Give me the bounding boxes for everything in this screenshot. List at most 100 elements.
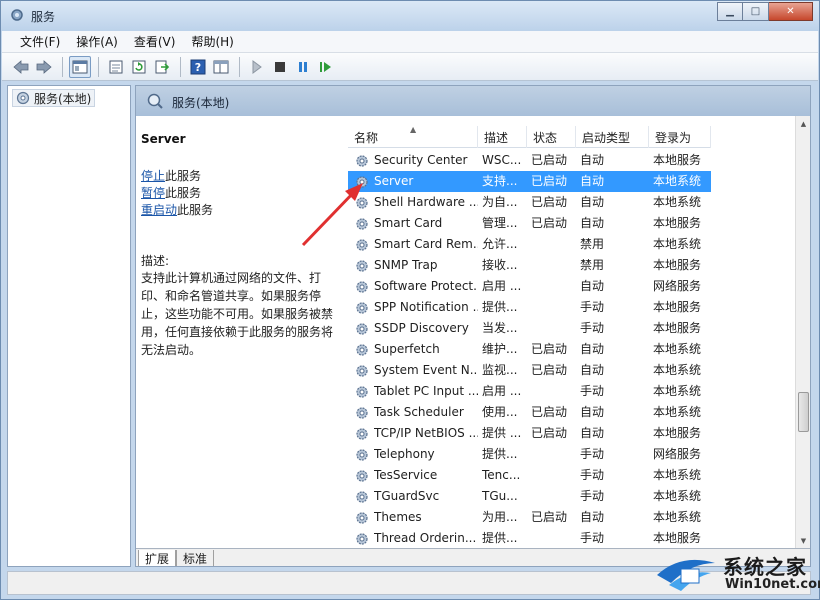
- table-row[interactable]: Tablet PC Input ... 启用 ... 手动 本地系统: [348, 381, 711, 402]
- export-button[interactable]: [151, 56, 173, 78]
- services-list: ▲ 名称 描述 状态 启动类型 登录为 Security Center WSC..…: [340, 116, 810, 548]
- cell-logon-as: 本地系统: [653, 363, 702, 377]
- table-row[interactable]: Security Center WSC... 已启动 自动 本地服务: [348, 150, 711, 171]
- cell-startup-type: 自动: [580, 216, 605, 230]
- start-service-button[interactable]: [246, 56, 268, 78]
- table-row[interactable]: Themes 为用... 已启动 自动 本地系统: [348, 507, 711, 528]
- cell-logon-as: 本地系统: [653, 342, 702, 356]
- tab-standard[interactable]: 标准: [176, 550, 215, 566]
- service-gear-icon: [356, 532, 368, 545]
- properties-button[interactable]: [105, 56, 127, 78]
- cell-status: [527, 297, 576, 318]
- cell-startup-type: 自动: [580, 363, 605, 377]
- table-row[interactable]: Server 支持... 已启动 自动 本地系统: [348, 171, 711, 192]
- cell-startup-type: 自动: [580, 405, 605, 419]
- table-row[interactable]: TGuardSvc TGu... 手动 本地系统: [348, 486, 711, 507]
- scroll-thumb[interactable]: [798, 392, 809, 432]
- services-gear-icon: [16, 91, 30, 105]
- menu-view[interactable]: 查看(V): [126, 31, 184, 52]
- help-button[interactable]: ?: [187, 56, 209, 78]
- table-row[interactable]: Shell Hardware ... 为自... 已启动 自动 本地系统: [348, 192, 711, 213]
- service-name: TGuardSvc: [374, 489, 440, 503]
- maximize-button[interactable]: □: [743, 2, 769, 21]
- cell-status: [527, 528, 576, 549]
- service-actions: 停止此服务 暂停此服务 重启动此服务: [141, 168, 213, 219]
- table-row[interactable]: SSDP Discovery 当发... 手动 本地服务: [348, 318, 711, 339]
- console-tree-pane: 服务(本地): [7, 85, 131, 567]
- view-icon: [213, 60, 229, 73]
- stop-service-link[interactable]: 停止: [141, 169, 165, 183]
- console-tree-button[interactable]: [69, 55, 91, 78]
- cell-logon-as: 本地服务: [653, 258, 702, 272]
- table-row[interactable]: TCP/IP NetBIOS ... 提供 ... 已启动 自动 本地服务: [348, 423, 711, 444]
- service-name: Themes: [374, 510, 422, 524]
- toolbar-separator: [239, 56, 240, 77]
- column-header-name[interactable]: ▲ 名称: [348, 125, 478, 148]
- menu-action[interactable]: 操作(A): [68, 31, 126, 52]
- title-bar[interactable]: 服务 ▁ □ ✕: [1, 1, 819, 31]
- vertical-scrollbar[interactable]: ▲ ▼: [795, 116, 810, 548]
- column-header-logon-as[interactable]: 登录为: [649, 126, 711, 148]
- restart-service-button[interactable]: [315, 56, 337, 78]
- close-button[interactable]: ✕: [769, 2, 813, 21]
- back-button[interactable]: [10, 56, 32, 78]
- minimize-button[interactable]: ▁: [717, 2, 743, 21]
- cell-logon-as: 网络服务: [653, 279, 702, 293]
- export-icon: [155, 60, 170, 73]
- cell-name: Security Center: [348, 150, 478, 171]
- table-row[interactable]: Software Protect... 启用 ... 自动 网络服务: [348, 276, 711, 297]
- service-rows: Security Center WSC... 已启动 自动 本地服务 Server 支持..…: [348, 150, 711, 549]
- restart-service-link[interactable]: 重启动: [141, 203, 177, 217]
- service-name: Smart Card Rem...: [374, 237, 478, 251]
- column-label: 登录为: [655, 130, 692, 145]
- service-name: Thread Orderin...: [374, 531, 477, 545]
- service-name: SSDP Discovery: [374, 321, 469, 335]
- cell-description: Tenc...: [482, 468, 521, 482]
- service-gear-icon: [356, 259, 368, 272]
- pause-icon: [299, 61, 307, 72]
- table-row[interactable]: Thread Orderin... 提供... 手动 本地服务: [348, 528, 711, 549]
- table-row[interactable]: Smart Card 管理... 已启动 自动 本地服务: [348, 213, 711, 234]
- table-row[interactable]: Superfetch 维护... 已启动 自动 本地系统: [348, 339, 711, 360]
- cell-status: [527, 486, 576, 507]
- pause-service-button[interactable]: [292, 56, 314, 78]
- menu-help[interactable]: 帮助(H): [183, 31, 241, 52]
- table-row[interactable]: Task Scheduler 使用... 已启动 自动 本地系统: [348, 402, 711, 423]
- service-name: SPP Notification ...: [374, 300, 478, 314]
- cell-logon-as: 本地服务: [653, 321, 702, 335]
- menu-file[interactable]: 文件(F): [12, 31, 68, 52]
- pause-service-link[interactable]: 暂停: [141, 186, 165, 200]
- service-gear-icon: [356, 343, 368, 356]
- table-row[interactable]: System Event N... 监视... 已启动 自动 本地系统: [348, 360, 711, 381]
- table-row[interactable]: SPP Notification ... 提供... 手动 本地服务: [348, 297, 711, 318]
- table-row[interactable]: SNMP Trap 接收... 禁用 本地服务: [348, 255, 711, 276]
- selected-service-name: Server: [141, 132, 186, 146]
- column-header-status[interactable]: 状态: [527, 126, 576, 148]
- table-row[interactable]: Telephony 提供... 手动 网络服务: [348, 444, 711, 465]
- cell-logon-as: 本地服务: [653, 216, 702, 230]
- table-row[interactable]: Smart Card Rem... 允许... 禁用 本地系统: [348, 234, 711, 255]
- service-gear-icon: [356, 280, 368, 293]
- service-name: Shell Hardware ...: [374, 195, 478, 209]
- scroll-up-icon[interactable]: ▲: [796, 116, 810, 131]
- refresh-button[interactable]: [128, 56, 150, 78]
- cell-status: 已启动: [527, 171, 576, 192]
- back-arrow-icon: [13, 59, 29, 74]
- tab-extended[interactable]: 扩展: [138, 550, 177, 566]
- forward-button[interactable]: [33, 56, 55, 78]
- tree-node-services-local[interactable]: 服务(本地): [12, 89, 96, 107]
- column-header-description[interactable]: 描述: [478, 126, 527, 148]
- cell-description: 提供 ...: [482, 426, 522, 440]
- service-gear-icon: [356, 154, 368, 167]
- column-header-startup-type[interactable]: 启动类型: [576, 126, 649, 148]
- scroll-down-icon[interactable]: ▼: [796, 533, 810, 548]
- stop-service-button[interactable]: [269, 56, 291, 78]
- view-button[interactable]: [210, 56, 232, 78]
- stop-icon: [275, 61, 285, 72]
- cell-name: Shell Hardware ...: [348, 192, 478, 213]
- table-row[interactable]: TesService Tenc... 手动 本地系统: [348, 465, 711, 486]
- cell-description: 允许...: [482, 237, 518, 251]
- service-name: Server: [374, 174, 414, 188]
- window-title: 服务: [31, 10, 56, 24]
- action-line-stop: 停止此服务: [141, 168, 213, 185]
